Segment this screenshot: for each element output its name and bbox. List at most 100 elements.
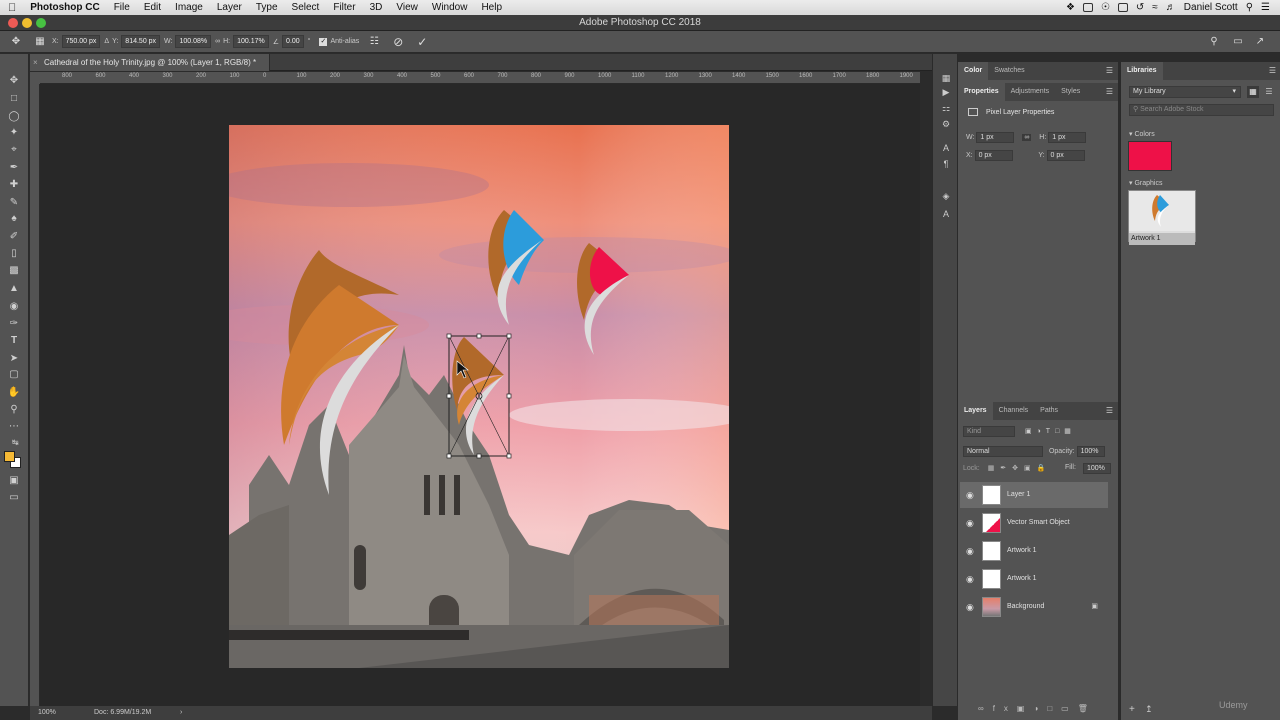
menu-file[interactable]: File [114,2,130,13]
rectangle-tool-icon[interactable]: ▢ [6,368,22,382]
lasso-tool-icon[interactable]: ◯ [6,110,22,124]
quick-select-tool-icon[interactable]: ✦ [6,126,22,140]
tab-adjustments[interactable]: Adjustments [1005,83,1056,101]
w-field[interactable]: 100.08% [175,35,212,48]
visibility-eye-icon[interactable]: ◉ [966,566,976,592]
link-icon[interactable]: ∞ [215,38,220,45]
paragraph-panel-icon[interactable]: ¶ [939,158,953,170]
menu-select[interactable]: Select [292,2,320,13]
document-tab[interactable]: × Cathedral of the Holy Trinity.jpg @ 10… [30,54,270,71]
ruler-origin[interactable] [30,72,40,84]
transform-handle[interactable] [476,453,482,459]
stock-search-input[interactable]: ⚲ Search Adobe Stock [1129,104,1274,116]
panel-menu-icon[interactable]: ☰ [1106,87,1113,96]
layers-footer-icons[interactable]: ∞fx▣◑□▭🗑 [978,704,1097,713]
transform-handle[interactable] [506,333,512,339]
workspace-icon[interactable]: ▭ [1232,36,1244,48]
visibility-eye-icon[interactable]: ◉ [966,510,976,536]
pen-tool-icon[interactable]: ✑ [6,317,22,331]
move-tool-preset-icon[interactable]: ✥ [10,36,22,48]
layer-row-artwork-1[interactable]: ◉ Artwork 1 [960,566,1108,592]
grid-view-icon[interactable]: ▦ [1247,86,1259,98]
reference-point-icon[interactable]: ▦ [34,36,46,48]
status-icon[interactable] [1082,3,1093,12]
status-arrow-icon[interactable]: › [180,706,182,720]
horizontal-ruler[interactable]: 800 600 400 300 200 100 0 100 200 300 400 500 600 700… [40,72,920,84]
layer-row-vector-smart-object[interactable]: ◉ Vector Smart Object [960,510,1108,536]
list-view-icon[interactable]: ☰ [1263,86,1275,98]
panel-menu-icon[interactable]: ☰ [1106,406,1113,415]
h-field[interactable]: 100.17% [233,35,269,48]
marquee-tool-icon[interactable]: □ [6,92,22,106]
document-size[interactable]: Doc: 6.99M/19.2M [94,706,151,720]
share-icon[interactable]: ↗ [1254,36,1266,48]
tab-swatches[interactable]: Swatches [988,62,1030,80]
time-machine-icon[interactable]: ↺ [1136,2,1144,13]
menubar-user[interactable]: Daniel Scott [1184,2,1238,13]
prop-w-field[interactable]: 1 px [976,132,1015,143]
fill-field[interactable]: 100% [1083,463,1111,474]
screen-mode-icon[interactable]: ▭ [6,491,22,505]
apple-menu-icon[interactable]:  [8,2,16,14]
move-tool-icon[interactable]: ✥ [6,74,22,88]
eyedropper-tool-icon[interactable]: ✒ [6,161,22,175]
hand-tool-icon[interactable]: ✋ [6,386,22,400]
colors-section-header[interactable]: ▾ Colors [1129,130,1155,138]
menu-view[interactable]: View [396,2,418,13]
gradient-tool-icon[interactable]: ▩ [6,264,22,278]
transform-handle[interactable] [446,393,452,399]
history-panel-icon[interactable]: ▦ [939,72,953,84]
glyphs-panel-icon[interactable]: A [939,208,953,220]
upload-icon[interactable]: ↥ [1145,704,1153,715]
layer-row-artwork-1[interactable]: ◉ Artwork 1 [960,538,1108,564]
zoom-tool-icon[interactable]: ⚲ [6,403,22,417]
notification-center-icon[interactable]: ☰ [1261,2,1270,13]
transform-handle[interactable] [506,393,512,399]
visibility-eye-icon[interactable]: ◉ [966,482,976,508]
vertical-ruler[interactable] [30,84,40,706]
dropbox-icon[interactable]: ❖ [1066,2,1075,13]
crop-tool-icon[interactable]: ⌖ [6,143,22,157]
more-tools-icon[interactable]: ⋯ [6,420,22,434]
add-content-icon[interactable]: + [1129,704,1135,715]
zoom-window-icon[interactable] [36,18,46,28]
dodge-tool-icon[interactable]: ◉ [6,300,22,314]
antialias-checkbox[interactable]: ✓ [319,37,328,46]
visibility-eye-icon[interactable]: ◉ [966,538,976,564]
layer-filter-icons[interactable]: ▣◑T□▦ [1025,428,1076,435]
eraser-tool-icon[interactable]: ▯ [6,247,22,261]
blend-mode-select[interactable]: Normal [963,446,1043,457]
actions-panel-icon[interactable]: ▶ [939,86,953,98]
tab-styles[interactable]: Styles [1055,83,1086,101]
library-select[interactable]: My Library ▾ [1129,86,1241,98]
zoom-level[interactable]: 100% [38,706,56,720]
commit-transform-icon[interactable]: ✓ [416,36,428,48]
brush-settings-icon[interactable]: ⚏ [939,102,953,114]
type-tool-icon[interactable]: T [6,334,22,348]
menu-image[interactable]: Image [175,2,203,13]
document-image[interactable] [229,125,729,668]
layer-row-layer-1[interactable]: ◉ Layer 1 [960,482,1108,508]
library-color-swatch[interactable] [1128,141,1172,171]
panel-menu-icon[interactable]: ☰ [1106,66,1113,75]
close-tab-icon[interactable]: × [33,54,38,71]
blur-tool-icon[interactable]: ▲ [6,282,22,296]
menu-edit[interactable]: Edit [144,2,161,13]
menu-filter[interactable]: Filter [333,2,355,13]
prop-link-icon[interactable]: ∞ [1022,134,1032,141]
app-menu[interactable]: Photoshop CC [30,2,99,13]
menu-help[interactable]: Help [481,2,502,13]
menu-window[interactable]: Window [432,2,468,13]
spotlight-icon[interactable]: ⚲ [1246,2,1253,13]
volume-icon[interactable]: ♬ [1166,2,1176,13]
transform-handle[interactable] [446,453,452,459]
layer-filter-kind[interactable]: Kind [963,426,1015,437]
foreground-color-swatch[interactable] [4,451,15,462]
panel-menu-icon[interactable]: ☰ [1269,66,1276,75]
creative-cloud-icon[interactable]: ☉ [1101,2,1110,13]
graphics-section-header[interactable]: ▾ Graphics [1129,179,1162,187]
warp-icon[interactable]: ☷ [368,36,380,48]
layer-row-background[interactable]: ◉ Background ▣ [960,594,1108,620]
library-graphic-tile[interactable]: Artwork 1 [1128,190,1196,245]
transform-handle[interactable] [446,333,452,339]
